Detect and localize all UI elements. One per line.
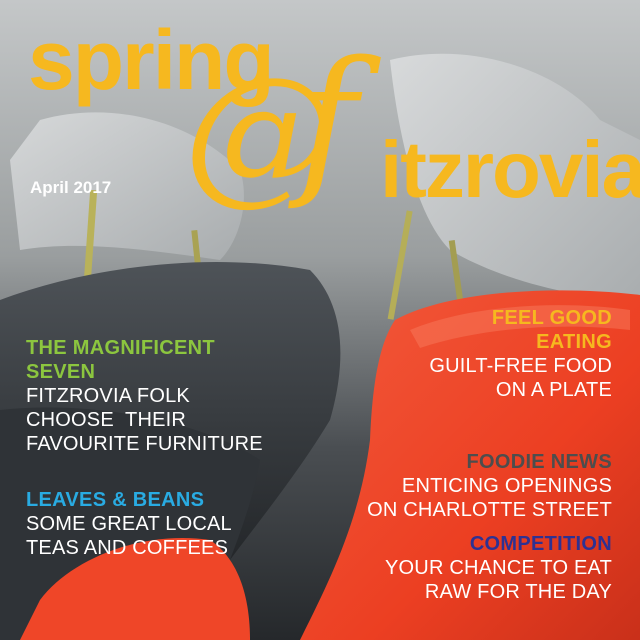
story-foodie-news[interactable]: FOODIE NEWS ENTICING OPENINGS ON CHARLOT…: [367, 450, 612, 522]
subtitle-line: SOME GREAT LOCAL: [26, 513, 232, 535]
subtitle-line: RAW FOR THE DAY: [424, 581, 612, 603]
story-subtitle: GUILT-FREE FOOD ON A PLATE: [429, 354, 612, 402]
subtitle-line: ENTICING OPENINGS: [401, 475, 612, 497]
headline-line: FEEL GOOD: [491, 307, 612, 329]
subtitle-line: CHOOSE THEIR: [26, 409, 187, 431]
story-subtitle: SOME GREAT LOCAL TEAS AND COFFEES: [26, 512, 232, 560]
subtitle-line: YOUR CHANCE TO EAT: [385, 557, 612, 579]
story-subtitle: FITZROVIA FOLK CHOOSE THEIR FAVOURITE FU…: [26, 384, 263, 456]
story-headline: COMPETITION: [385, 532, 612, 556]
story-competition[interactable]: COMPETITION YOUR CHANCE TO EAT RAW FOR T…: [385, 532, 612, 604]
story-magnificent-seven[interactable]: THE MAGNIFICENT SEVEN FITZROVIA FOLK CHO…: [26, 336, 263, 456]
masthead-itzrovia: itzrovia: [380, 125, 640, 214]
story-headline: FOODIE NEWS: [367, 450, 612, 474]
headline-line: THE MAGNIFICENT: [26, 337, 215, 359]
story-headline: LEAVES & BEANS: [26, 488, 232, 512]
subtitle-line: TEAS AND COFFEES: [26, 537, 229, 559]
subtitle-line: ON A PLATE: [495, 379, 612, 401]
headline-line: SEVEN: [26, 361, 96, 383]
headline-line: FOODIE NEWS: [466, 451, 612, 473]
headline-line: EATING: [536, 331, 612, 353]
story-headline: THE MAGNIFICENT SEVEN: [26, 336, 263, 384]
subtitle-line: FAVOURITE FURNITURE: [26, 433, 263, 455]
story-leaves-beans[interactable]: LEAVES & BEANS SOME GREAT LOCAL TEAS AND…: [26, 488, 232, 560]
story-feel-good-eating[interactable]: FEEL GOOD EATING GUILT-FREE FOOD ON A PL…: [429, 306, 612, 402]
headline-line: COMPETITION: [469, 533, 612, 555]
headline-line: LEAVES & BEANS: [26, 489, 205, 511]
story-subtitle: YOUR CHANCE TO EAT RAW FOR THE DAY: [385, 556, 612, 604]
subtitle-line: FITZROVIA FOLK: [26, 385, 190, 407]
subtitle-line: ON CHARLOTTE STREET: [367, 499, 612, 521]
story-headline: FEEL GOOD EATING: [429, 306, 612, 354]
story-subtitle: ENTICING OPENINGS ON CHARLOTTE STREET: [367, 474, 612, 522]
masthead-f-letter: f: [298, 26, 358, 213]
issue-date: April 2017: [30, 178, 112, 197]
magazine-cover: spring @ f itzrovia April 2017 THE MAGNI…: [0, 0, 640, 640]
subtitle-line: GUILT-FREE FOOD: [429, 355, 612, 377]
